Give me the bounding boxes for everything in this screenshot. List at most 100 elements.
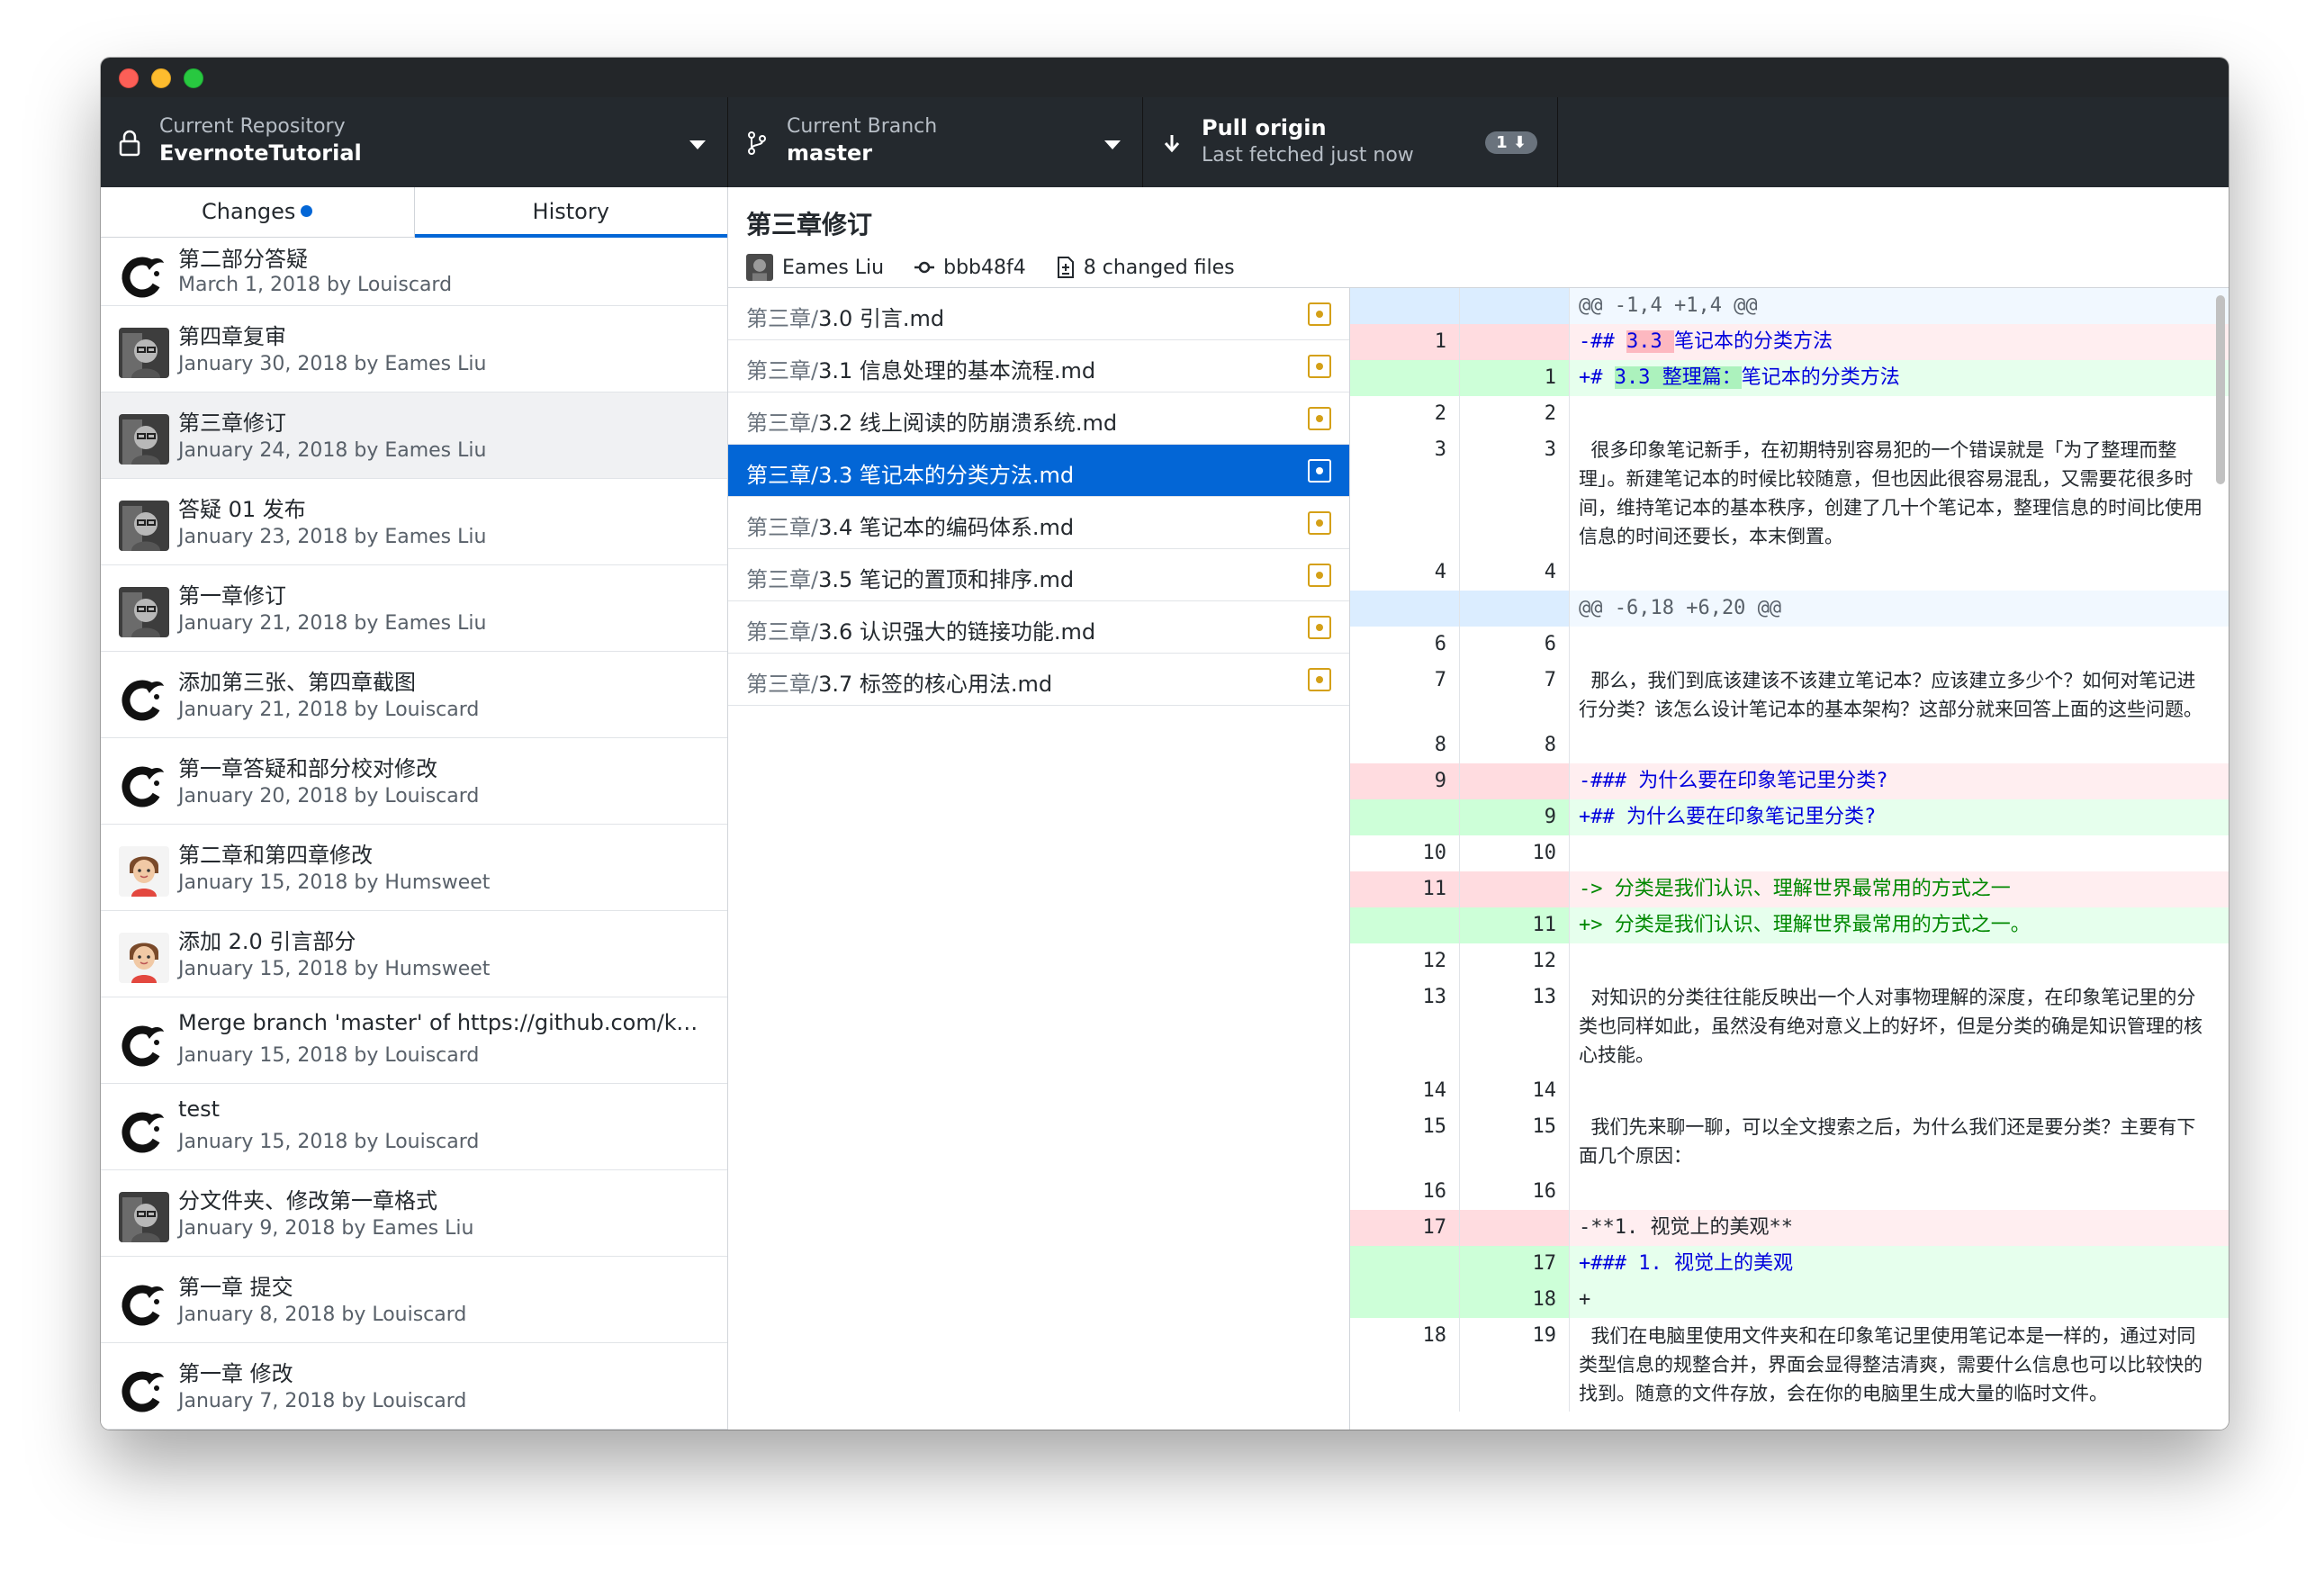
new-line-number: 8 xyxy=(1460,727,1570,763)
commit-list-item[interactable]: 第二部分答疑 March 1, 2018 by Louiscard xyxy=(101,238,727,306)
old-line-number: 14 xyxy=(1350,1073,1460,1109)
changed-file-item[interactable]: 第三章/3.3 笔记本的分类方法.md xyxy=(728,445,1349,497)
diff-line-ctx[interactable]: 15 15 我们先来聊一聊，可以全文搜索之后，为什么我们还是要分类？主要有下面几个… xyxy=(1350,1109,2229,1174)
commit-title: 第二章和第四章修改 xyxy=(178,843,373,868)
changed-file-item[interactable]: 第三章/3.5 笔记的置顶和排序.md xyxy=(728,549,1349,601)
commit-list-item[interactable]: 第一章修订 January 21, 2018 by Eames Liu xyxy=(101,565,727,652)
file-path: 第三章/3.4 笔记本的编码体系.md xyxy=(746,510,1074,541)
file-name: 3.3 笔记本的分类方法.md xyxy=(818,463,1075,488)
diff-line-add[interactable]: 9 +## 为什么要在印象笔记里分类? xyxy=(1350,799,2229,835)
commit-meta: Eames Liu bbb48f4 8 changed files xyxy=(746,254,1235,281)
sidebar: Changes History 第二部分答疑 March 1, 2018 by L… xyxy=(101,187,728,1430)
old-line-number: 12 xyxy=(1350,943,1460,979)
changed-files-count: 8 changed files xyxy=(1083,256,1235,279)
toolbar: Current Repository EvernoteTutorial Curr… xyxy=(101,97,2229,187)
changed-file-item[interactable]: 第三章/3.0 引言.md xyxy=(728,288,1349,340)
diff-line-ctx[interactable]: 14 14 xyxy=(1350,1073,2229,1109)
close-window-button[interactable] xyxy=(119,68,139,88)
diff-line-ctx[interactable]: 44 xyxy=(1350,555,2229,591)
commit-date-author: January 30, 2018 by Eames Liu xyxy=(178,353,487,375)
commit-list-item[interactable]: Merge branch 'master' of https://github.… xyxy=(101,997,727,1084)
commit-list-item[interactable]: 第二章和第四章修改 January 15, 2018 by Humsweet xyxy=(101,825,727,911)
modified-status-icon xyxy=(1308,459,1331,483)
tab-history[interactable]: History xyxy=(414,187,728,238)
diff-line-del[interactable]: 11 -> 分类是我们认识、理解世界最常用的方式之一 xyxy=(1350,871,2229,907)
diff-line-ctx[interactable]: 18 19 我们在电脑里使用文件夹和在印象笔记里使用笔记本是一样的，通过对同类型信… xyxy=(1350,1318,2229,1412)
diff-code: -> 分类是我们认识、理解世界最常用的方式之一 xyxy=(1570,871,2229,907)
diff-line-ctx[interactable]: 77 那么，我们到底该建该不该建立笔记本？应该建立多少个？如何对笔记进行分类？该… xyxy=(1350,663,2229,727)
old-line-number: 15 xyxy=(1350,1109,1460,1174)
author-avatar xyxy=(119,673,169,724)
commit-list-item[interactable]: 第三章修订 January 24, 2018 by Eames Liu xyxy=(101,392,727,479)
author-avatar xyxy=(119,328,169,378)
commit-list-item[interactable]: 第一章答疑和部分校对修改 January 20, 2018 by Louiscar… xyxy=(101,738,727,825)
diff-line-ctx[interactable]: 16 16 xyxy=(1350,1174,2229,1210)
tab-changes[interactable]: Changes xyxy=(101,187,415,237)
author-avatar xyxy=(119,587,169,637)
diff-code: +# 3.3 整理篇：笔记本的分类方法 xyxy=(1570,360,2229,396)
old-line-number: 8 xyxy=(1350,727,1460,763)
pull-origin-button[interactable]: Pull origin Last fetched just now 1 ⬇ xyxy=(1143,97,1558,187)
diff-code xyxy=(1570,1174,2229,1210)
commit-list-item[interactable]: 第一章 修改 January 7, 2018 by Louiscard xyxy=(101,1343,727,1430)
diff-line-ctx[interactable]: 88 xyxy=(1350,727,2229,763)
commit-list-item[interactable]: 分文件夹、修改第一章格式 January 9, 2018 by Eames Liu xyxy=(101,1170,727,1257)
diff-line-hunk[interactable]: @@ -1,4 +1,4 @@ xyxy=(1350,288,2229,324)
minimize-window-button[interactable] xyxy=(151,68,171,88)
author-avatar xyxy=(119,1192,169,1242)
changed-file-item[interactable]: 第三章/3.6 认识强大的链接功能.md xyxy=(728,601,1349,654)
diff-line-del[interactable]: 17 -**1. 视觉上的美观** xyxy=(1350,1210,2229,1246)
diff-line-ctx[interactable]: 13 13 对知识的分类往往能反映出一个人对事物理解的深度，在印象笔记里的分类也同… xyxy=(1350,979,2229,1073)
new-line-number xyxy=(1460,1210,1570,1246)
diff-line-ctx[interactable]: 66 xyxy=(1350,627,2229,663)
diff-line-add[interactable]: 1 +# 3.3 整理篇：笔记本的分类方法 xyxy=(1350,360,2229,396)
lock-icon xyxy=(119,130,140,157)
modified-status-icon xyxy=(1308,302,1331,326)
old-line-number: 9 xyxy=(1350,763,1460,799)
old-line-number: 3 xyxy=(1350,432,1460,555)
diff-line-ctx[interactable]: 12 12 xyxy=(1350,943,2229,979)
diff-line-ctx[interactable]: 10 10 xyxy=(1350,835,2229,871)
diff-text-segment: +## 为什么要在印象笔记里分类? xyxy=(1579,806,1877,828)
diff-line-del[interactable]: 9 -### 为什么要在印象笔记里分类? xyxy=(1350,763,2229,799)
diff-text-segment: +# xyxy=(1579,366,1615,389)
diff-text-segment: 笔记本的分类方法 xyxy=(1673,330,1833,353)
changed-file-item[interactable]: 第三章/3.7 标签的核心用法.md xyxy=(728,654,1349,706)
old-line-number xyxy=(1350,799,1460,835)
diff-line-ctx[interactable]: 22 xyxy=(1350,396,2229,432)
repository-selector[interactable]: Current Repository EvernoteTutorial xyxy=(101,97,728,187)
diff-code: @@ -1,4 +1,4 @@ xyxy=(1570,288,2229,324)
old-line-number xyxy=(1350,1246,1460,1282)
zoom-window-button[interactable] xyxy=(184,68,203,88)
modified-status-icon xyxy=(1308,616,1331,639)
diff-line-add[interactable]: 18 + xyxy=(1350,1282,2229,1318)
commit-title: Merge branch 'master' of https://github.… xyxy=(178,1010,709,1035)
diff-text: @@ -6,18 +6,20 @@ xyxy=(1579,597,1782,619)
diff-code xyxy=(1570,555,2229,591)
diff-line-ctx[interactable]: 33 很多印象笔记新手，在初期特别容易犯的一个错误就是「为了整理而整理」。新建笔… xyxy=(1350,432,2229,555)
commit-list-item[interactable]: 答疑 01 发布 January 23, 2018 by Eames Liu xyxy=(101,479,727,565)
file-path: 第三章/3.0 引言.md xyxy=(746,301,944,332)
old-line-number: 17 xyxy=(1350,1210,1460,1246)
changed-file-item[interactable]: 第三章/3.1 信息处理的基本流程.md xyxy=(728,340,1349,392)
changed-file-item[interactable]: 第三章/3.4 笔记本的编码体系.md xyxy=(728,497,1349,549)
new-line-number: 12 xyxy=(1460,943,1570,979)
diff-line-del[interactable]: 1 -## 3.3 笔记本的分类方法 xyxy=(1350,324,2229,360)
commit-list-item[interactable]: 第四章复审 January 30, 2018 by Eames Liu xyxy=(101,306,727,392)
arrow-down-icon xyxy=(1164,135,1180,153)
new-line-number: 13 xyxy=(1460,979,1570,1073)
commit-list-item[interactable]: 添加 2.0 引言部分 January 15, 2018 by Humsweet xyxy=(101,911,727,997)
git-branch-icon xyxy=(748,131,766,155)
changed-file-item[interactable]: 第三章/3.2 线上阅读的防崩溃系统.md xyxy=(728,392,1349,445)
old-line-number: 7 xyxy=(1350,663,1460,727)
diff-line-add[interactable]: 17 +### 1. 视觉上的美观 xyxy=(1350,1246,2229,1282)
commit-list-item[interactable]: test January 15, 2018 by Louiscard xyxy=(101,1084,727,1170)
commit-list-item[interactable]: 添加第三张、第四章截图 January 21, 2018 by Louiscard xyxy=(101,652,727,738)
new-line-number: 3 xyxy=(1460,432,1570,555)
branch-selector[interactable]: Current Branch master xyxy=(728,97,1143,187)
commit-list-item[interactable]: 第一章 提交 January 8, 2018 by Louiscard xyxy=(101,1257,727,1343)
diff-scrollbar[interactable] xyxy=(2216,295,2225,484)
diff-line-add[interactable]: 11 +> 分类是我们认识、理解世界最常用的方式之一。 xyxy=(1350,907,2229,943)
app-window: Current Repository EvernoteTutorial Curr… xyxy=(101,58,2229,1430)
diff-line-hunk[interactable]: @@ -6,18 +6,20 @@ xyxy=(1350,591,2229,627)
